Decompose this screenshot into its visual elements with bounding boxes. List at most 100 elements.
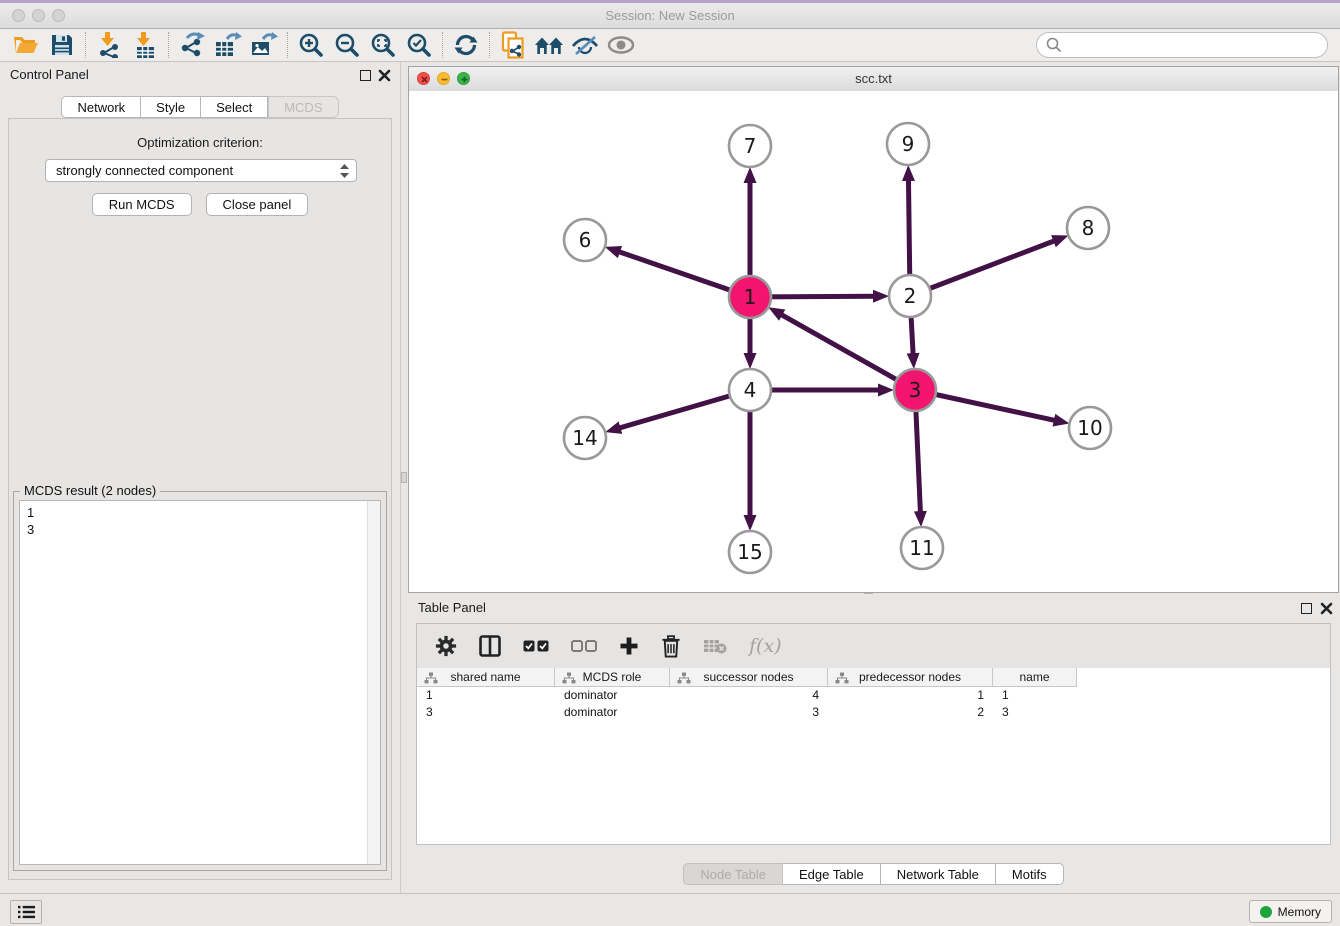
delete-column-trash-icon[interactable] [661, 635, 681, 658]
zoom-out-icon[interactable] [329, 30, 365, 60]
table-cell[interactable]: 1 [828, 687, 993, 704]
svg-text:8: 8 [1082, 216, 1095, 240]
graph-node-4[interactable]: 4 [729, 369, 771, 411]
control-panel-tab-network[interactable]: Network [61, 96, 141, 118]
close-table-panel-icon[interactable] [1320, 602, 1333, 615]
task-history-button[interactable] [10, 900, 42, 924]
graph-node-14[interactable]: 14 [564, 417, 606, 459]
mcds-buttons: Run MCDS Close panel [9, 193, 391, 216]
svg-text:4: 4 [744, 378, 757, 402]
graph-edge-3-1[interactable] [780, 314, 915, 390]
graph-node-15[interactable]: 15 [729, 531, 771, 573]
zoom-selected-icon[interactable] [401, 30, 437, 60]
table-toolbar: f(x) [417, 624, 1330, 668]
table-tab-network-table[interactable]: Network Table [881, 863, 996, 885]
run-mcds-button[interactable]: Run MCDS [92, 193, 192, 216]
table-cell[interactable]: dominator [555, 687, 670, 704]
mcds-result-fieldset: MCDS result (2 nodes) 1 3 [13, 491, 387, 871]
graph-edge-2-8[interactable] [910, 240, 1056, 296]
table-row-0[interactable]: 1dominator411 [417, 687, 1330, 704]
table-body: 1dominator4113dominator323 [417, 687, 1330, 721]
column-header-predecessor-nodes[interactable]: predecessor nodes [828, 668, 993, 687]
network-view-title: scc.txt [409, 67, 1338, 91]
table-cell[interactable]: 3 [417, 704, 555, 721]
graph-node-7[interactable]: 7 [729, 125, 771, 167]
open-session-icon[interactable] [8, 30, 44, 60]
table-settings-gear-icon[interactable] [435, 635, 457, 657]
graph-node-9[interactable]: 9 [887, 123, 929, 165]
table-cell[interactable]: 3 [670, 704, 828, 721]
graph-node-3[interactable]: 3 [894, 369, 936, 411]
reset-views-icon[interactable] [531, 30, 567, 60]
float-table-panel-icon[interactable] [1301, 603, 1312, 614]
control-panel-tab-select[interactable]: Select [201, 96, 268, 118]
graph-node-2[interactable]: 2 [889, 275, 931, 317]
column-header-MCDS-role[interactable]: MCDS role [555, 668, 670, 687]
control-panel-header: Control Panel [0, 62, 400, 88]
memory-status-icon [1260, 906, 1272, 918]
column-header-name[interactable]: name [993, 668, 1077, 687]
control-panel-tab-style[interactable]: Style [141, 96, 201, 118]
close-panel-icon[interactable] [378, 69, 391, 82]
table-cell[interactable]: 2 [828, 704, 993, 721]
select-chevrons-icon [340, 164, 349, 178]
column-header-label: successor nodes [703, 670, 793, 684]
table-tab-node-table[interactable]: Node Table [683, 863, 783, 885]
graph-node-10[interactable]: 10 [1069, 407, 1111, 449]
hide-panels-eye-icon[interactable] [567, 30, 603, 60]
toolbar-separator [489, 32, 490, 58]
export-image-icon[interactable] [246, 30, 282, 60]
show-panels-eye-icon [603, 30, 639, 60]
search-box[interactable] [1036, 32, 1328, 58]
status-bar: Memory [0, 893, 1340, 926]
close-panel-button[interactable]: Close panel [206, 193, 309, 216]
table-cell[interactable]: 4 [670, 687, 828, 704]
unselect-all-columns-icon[interactable] [571, 640, 597, 652]
import-table-icon[interactable] [127, 30, 163, 60]
clone-network-icon[interactable] [495, 30, 531, 60]
save-session-icon[interactable] [44, 30, 80, 60]
show-column-panel-icon[interactable] [479, 635, 501, 657]
svg-text:1: 1 [744, 285, 757, 309]
table-panel-title: Table Panel [418, 600, 486, 615]
mcds-result-box[interactable]: 1 3 [19, 500, 381, 865]
table-row-1[interactable]: 3dominator323 [417, 704, 1330, 721]
refresh-network-icon[interactable] [448, 30, 484, 60]
table-cell[interactable]: 1 [417, 687, 555, 704]
table-tab-motifs[interactable]: Motifs [996, 863, 1064, 885]
node-table-container: f(x) shared nameMCDS role successor nodes… [416, 623, 1331, 845]
column-header-successor-nodes[interactable]: successor nodes [670, 668, 828, 687]
optimization-criterion-select[interactable]: strongly connected component [45, 159, 357, 182]
graph-node-6[interactable]: 6 [564, 219, 606, 261]
graph-node-1[interactable]: 1 [729, 276, 771, 318]
table-cell[interactable]: dominator [555, 704, 670, 721]
svg-text:9: 9 [902, 132, 915, 156]
graph-node-11[interactable]: 11 [901, 527, 943, 569]
float-panel-icon[interactable] [360, 70, 371, 81]
control-panel-tab-mcds[interactable]: MCDS [268, 96, 338, 118]
export-network-icon[interactable] [174, 30, 210, 60]
table-header-row: shared nameMCDS role successor nodes prede… [417, 668, 1077, 687]
import-network-icon[interactable] [91, 30, 127, 60]
network-graph: 7 9 6 8 1 2 4 3 14 10 15 11 [409, 91, 1338, 592]
create-column-plus-icon[interactable] [619, 636, 639, 656]
search-input[interactable] [1062, 34, 1327, 56]
select-all-columns-icon[interactable] [523, 640, 549, 652]
network-window-titlebar[interactable]: scc.txt [409, 67, 1338, 92]
optimization-criterion-value: strongly connected component [56, 163, 233, 178]
table-cell[interactable]: 3 [993, 704, 1077, 721]
graph-node-8[interactable]: 8 [1067, 207, 1109, 249]
table-cell[interactable]: 1 [993, 687, 1077, 704]
zoom-in-icon[interactable] [293, 30, 329, 60]
network-canvas[interactable]: 7 9 6 8 1 2 4 3 14 10 15 11 [409, 91, 1338, 592]
splitter-handle[interactable] [401, 472, 407, 483]
mcds-result-scrollbar[interactable] [367, 501, 380, 864]
memory-button[interactable]: Memory [1249, 900, 1332, 923]
control-panel: Control Panel NetworkStyleSelectMCDS Opt… [0, 62, 400, 893]
table-panel: Table Panel [408, 595, 1339, 891]
zoom-fit-icon[interactable] [365, 30, 401, 60]
memory-label: Memory [1278, 905, 1321, 919]
column-header-shared-name[interactable]: shared name [417, 668, 555, 687]
export-table-icon[interactable] [210, 30, 246, 60]
table-tab-edge-table[interactable]: Edge Table [783, 863, 881, 885]
